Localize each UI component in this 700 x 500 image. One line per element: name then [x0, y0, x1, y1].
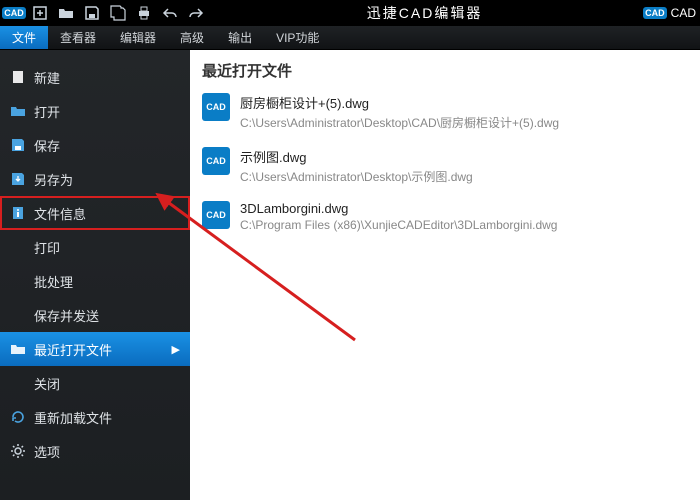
right-label: CAD [671, 6, 696, 20]
save-icon[interactable] [82, 3, 102, 23]
tab-vip[interactable]: VIP功能 [264, 26, 331, 49]
sidebar-item-savesend[interactable]: 保存并发送 [0, 298, 190, 332]
folder-open-icon[interactable] [56, 3, 76, 23]
tab-output[interactable]: 输出 [216, 26, 264, 49]
sidebar-item-label: 打印 [34, 238, 60, 257]
history-icon [10, 341, 26, 357]
save-all-icon[interactable] [108, 3, 128, 23]
sidebar-item-label: 文件信息 [34, 204, 86, 223]
app-title: 迅捷CAD编辑器 [206, 3, 643, 23]
sidebar: 新建 打开 保存 另存为 文件信息 打印 批处理 保存并发送 最近打开文件 [0, 50, 190, 500]
file-name: 示例图.dwg [240, 147, 473, 166]
recent-file-item[interactable]: CAD 厨房橱柜设计+(5).dwg C:\Users\Administrato… [202, 93, 688, 131]
sidebar-item-label: 最近打开文件 [34, 340, 112, 359]
file-path: C:\Users\Administrator\Desktop\CAD\厨房橱柜设… [240, 114, 559, 131]
sidebar-item-label: 选项 [34, 442, 60, 461]
undo-icon[interactable] [160, 3, 180, 23]
tab-viewer[interactable]: 查看器 [48, 26, 108, 49]
titlebar: CAD 迅捷CAD编辑器 CAD CAD [0, 0, 700, 26]
file-text: 示例图.dwg C:\Users\Administrator\Desktop\示… [240, 147, 473, 185]
file-path: C:\Program Files (x86)\XunjieCADEditor\3… [240, 218, 557, 232]
sidebar-item-new[interactable]: 新建 [0, 60, 190, 94]
menubar: 文件 查看器 编辑器 高级 输出 VIP功能 [0, 26, 700, 50]
recent-file-item[interactable]: CAD 3DLamborgini.dwg C:\Program Files (x… [202, 201, 688, 232]
file-path: C:\Users\Administrator\Desktop\示例图.dwg [240, 168, 473, 185]
titlebar-right: CAD CAD [643, 6, 700, 20]
reload-icon [10, 409, 26, 425]
sidebar-item-saveas[interactable]: 另存为 [0, 162, 190, 196]
content: 新建 打开 保存 另存为 文件信息 打印 批处理 保存并发送 最近打开文件 [0, 50, 700, 500]
redo-icon[interactable] [186, 3, 206, 23]
sidebar-item-print[interactable]: 打印 [0, 230, 190, 264]
brand-badge-icon: CAD [643, 7, 667, 19]
folder-icon [10, 103, 26, 119]
new-window-icon[interactable] [30, 3, 50, 23]
new-file-icon [10, 69, 26, 85]
cad-file-icon: CAD [202, 93, 230, 121]
file-name: 3DLamborgini.dwg [240, 201, 557, 216]
sidebar-item-options[interactable]: 选项 [0, 434, 190, 468]
file-text: 厨房橱柜设计+(5).dwg C:\Users\Administrator\De… [240, 93, 559, 131]
sidebar-item-label: 另存为 [34, 170, 73, 189]
sidebar-item-label: 批处理 [34, 272, 73, 291]
sidebar-item-close[interactable]: 关闭 [0, 366, 190, 400]
sidebar-item-fileinfo[interactable]: 文件信息 [0, 196, 190, 230]
sidebar-item-label: 打开 [34, 102, 60, 121]
sidebar-item-label: 保存 [34, 136, 60, 155]
disk-icon [10, 137, 26, 153]
gear-icon [10, 443, 26, 459]
info-icon [10, 205, 26, 221]
print-icon[interactable] [134, 3, 154, 23]
chevron-right-icon: ▶ [172, 343, 180, 356]
file-text: 3DLamborgini.dwg C:\Program Files (x86)\… [240, 201, 557, 232]
cad-file-icon: CAD [202, 147, 230, 175]
sidebar-item-label: 关闭 [34, 374, 60, 393]
recent-file-item[interactable]: CAD 示例图.dwg C:\Users\Administrator\Deskt… [202, 147, 688, 185]
cad-file-icon: CAD [202, 201, 230, 229]
sidebar-item-save[interactable]: 保存 [0, 128, 190, 162]
main-panel: 最近打开文件 CAD 厨房橱柜设计+(5).dwg C:\Users\Admin… [190, 50, 700, 500]
sidebar-item-open[interactable]: 打开 [0, 94, 190, 128]
tab-advanced[interactable]: 高级 [168, 26, 216, 49]
sidebar-item-batch[interactable]: 批处理 [0, 264, 190, 298]
disk-arrow-icon [10, 171, 26, 187]
sidebar-item-reload[interactable]: 重新加载文件 [0, 400, 190, 434]
tab-file[interactable]: 文件 [0, 26, 48, 49]
sidebar-item-label: 保存并发送 [34, 306, 99, 325]
app-logo-icon: CAD [4, 3, 24, 23]
sidebar-item-label: 重新加载文件 [34, 408, 112, 427]
sidebar-item-label: 新建 [34, 68, 60, 87]
quick-tools: CAD [0, 3, 206, 23]
tab-editor[interactable]: 编辑器 [108, 26, 168, 49]
sidebar-item-recent[interactable]: 最近打开文件 ▶ [0, 332, 190, 366]
file-name: 厨房橱柜设计+(5).dwg [240, 93, 559, 112]
panel-heading: 最近打开文件 [202, 60, 688, 81]
